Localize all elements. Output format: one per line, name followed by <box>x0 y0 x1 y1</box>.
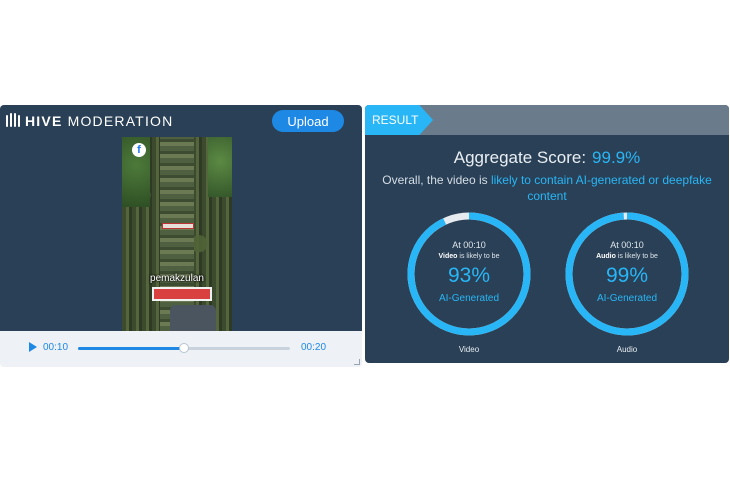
play-icon <box>29 342 37 352</box>
current-time: 00:10 <box>43 342 69 353</box>
gauge-likely: Video is likely to be <box>438 253 500 260</box>
player-controls: 00:10 00:20 <box>0 331 362 367</box>
play-button[interactable] <box>28 341 40 355</box>
hive-logo-icon <box>6 113 20 128</box>
overall-verdict: Overall, the video is likely to contain … <box>377 172 717 204</box>
audio-score-gauge: At 00:10 Audio is likely to be 99% AI-Ge… <box>563 210 691 338</box>
video-road <box>160 137 194 331</box>
gauge-percent: 99% <box>605 264 649 287</box>
seek-handle[interactable] <box>179 343 189 353</box>
video-vehicle <box>170 305 216 331</box>
video-player[interactable]: f pemakzulan <box>0 137 362 331</box>
video-trees-right <box>208 137 232 197</box>
overall-prefix: Overall, the video is <box>382 173 491 187</box>
seek-progress <box>78 347 184 350</box>
video-banner-large <box>152 287 212 301</box>
aggregate-label: Aggregate Score: <box>453 148 587 167</box>
resize-grip-icon[interactable] <box>354 359 360 365</box>
aggregate-value: 99.9% <box>592 148 641 167</box>
gauge-timestamp: At 00:10 <box>452 240 486 250</box>
result-header: RESULT <box>365 105 729 135</box>
gauge-likely: Audio is likely to be <box>596 253 658 260</box>
video-caption: pemakzulan <box>150 273 204 284</box>
gauge-label: AI-Generated <box>596 293 658 304</box>
upload-button[interactable]: Upload <box>272 110 344 132</box>
video-gauge-name: Video <box>458 345 480 354</box>
gauge-timestamp: At 00:10 <box>610 240 644 250</box>
overall-highlight: likely to contain AI-generated or deepfa… <box>490 173 712 203</box>
end-time: 00:20 <box>301 342 327 353</box>
result-panel: RESULT Aggregate Score: 99.9% Overall, th… <box>365 105 729 363</box>
gauge-percent: 93% <box>447 264 491 287</box>
video-panel: HIVE MODERATION Upload f pemakzulan 00:1… <box>0 105 362 367</box>
app-header: HIVE MODERATION Upload <box>0 105 362 137</box>
page: HIVE MODERATION Upload f pemakzulan 00:1… <box>0 0 730 487</box>
facebook-icon: f <box>132 143 146 157</box>
result-tab: RESULT <box>365 105 433 135</box>
brand-name: HIVE MODERATION <box>25 113 174 129</box>
gauge-label: AI-Generated <box>438 293 500 304</box>
aggregate-score: Aggregate Score: 99.9% <box>365 148 729 168</box>
seek-slider[interactable] <box>78 343 290 353</box>
hive-logo: HIVE MODERATION <box>6 112 173 130</box>
video-banner <box>162 223 194 229</box>
video-score-gauge: At 00:10 Video is likely to be 93% AI-Ge… <box>405 210 533 338</box>
video-frame[interactable]: f pemakzulan <box>122 137 232 331</box>
audio-gauge-name: Audio <box>616 345 638 354</box>
